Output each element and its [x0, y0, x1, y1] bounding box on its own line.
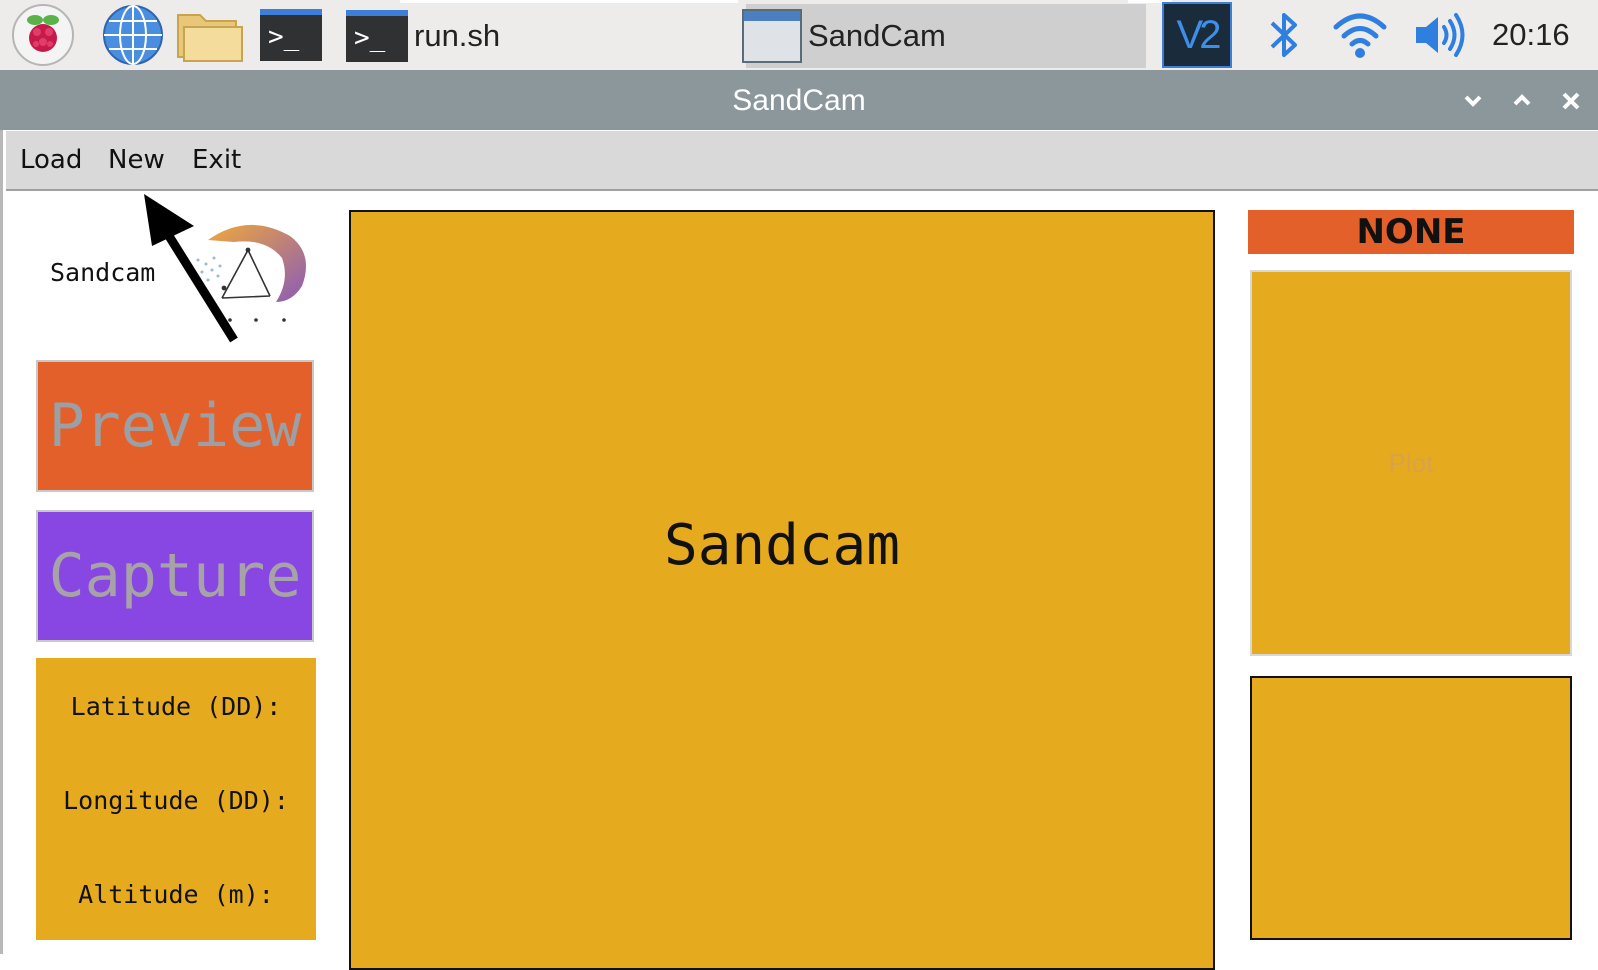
minimize-icon[interactable] — [1456, 84, 1490, 118]
vnc-label: V2 — [1176, 12, 1222, 57]
longitude-label: Longitude (DD): — [63, 786, 289, 815]
preview-button[interactable]: Preview — [36, 360, 314, 492]
coordinates-panel: Latitude (DD): Longitude (DD): Altitude … — [36, 658, 316, 940]
auxiliary-panel — [1250, 676, 1572, 940]
menu-item-load[interactable]: Load — [20, 131, 82, 189]
maximize-icon[interactable] — [1505, 84, 1539, 118]
taskbar: >_ >_ run.sh SandCam V2 20:16 — [0, 0, 1598, 70]
terminal-icon: >_ — [346, 10, 408, 62]
clock[interactable]: 20:16 — [1492, 0, 1570, 70]
menu-item-new[interactable]: New — [108, 131, 165, 189]
plot-panel: Plot — [1250, 270, 1572, 656]
capture-button[interactable]: Capture — [36, 510, 314, 642]
taskbar-task-sandcam[interactable]: SandCam — [742, 4, 1146, 68]
vnc-icon[interactable]: V2 — [1162, 2, 1232, 68]
camera-view-label: Sandcam — [663, 512, 900, 578]
raspberry-pi-icon[interactable] — [8, 4, 78, 66]
task-label: run.sh — [414, 18, 501, 53]
task-label: SandCam — [808, 18, 946, 53]
latitude-label: Latitude (DD): — [70, 692, 282, 721]
globe-icon[interactable] — [100, 4, 166, 66]
plot-placeholder: Plot — [1388, 447, 1434, 478]
camera-view-panel[interactable]: Sandcam — [349, 210, 1215, 970]
menubar: Load New Exit — [6, 131, 1598, 191]
taskbar-task-run[interactable]: >_ run.sh — [346, 6, 722, 66]
wifi-icon[interactable] — [1330, 4, 1390, 66]
altitude-label: Altitude (m): — [78, 880, 274, 909]
folder-icon[interactable] — [174, 4, 246, 66]
status-badge: NONE — [1248, 210, 1574, 254]
bluetooth-icon[interactable] — [1262, 4, 1306, 66]
close-icon[interactable] — [1554, 84, 1588, 118]
menu-item-exit[interactable]: Exit — [192, 131, 241, 189]
terminal-icon[interactable]: >_ — [256, 4, 326, 66]
taskbar-divider — [400, 0, 738, 3]
volume-icon[interactable] — [1410, 4, 1470, 66]
window-title: SandCam — [732, 84, 866, 117]
window-titlebar[interactable]: SandCam — [0, 70, 1598, 130]
window-icon — [742, 9, 802, 63]
pointer-arrow-icon — [144, 194, 238, 343]
